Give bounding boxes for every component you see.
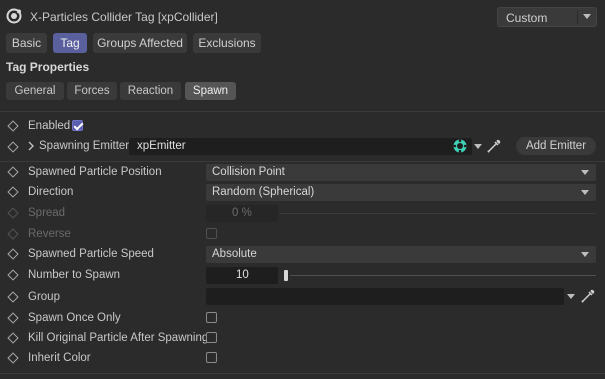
keyframe-diamond-icon[interactable] xyxy=(7,186,19,198)
keyframe-diamond-icon[interactable] xyxy=(7,269,19,281)
section-title: Tag Properties xyxy=(6,60,90,74)
enabled-checkbox[interactable] xyxy=(72,120,83,131)
spread-slider xyxy=(280,213,596,214)
direction-value: Random (Spherical) xyxy=(212,186,315,198)
number-to-spawn-value: 10 xyxy=(236,269,249,281)
tab-basic[interactable]: Basic xyxy=(6,33,47,53)
xparticles-logo-icon xyxy=(6,8,22,24)
spawn-once-only-label: Spawn Once Only xyxy=(28,312,121,324)
chevron-right-icon[interactable] xyxy=(27,141,35,151)
keyframe-diamond-icon xyxy=(7,207,19,219)
chevron-down-icon xyxy=(583,14,591,19)
add-emitter-button[interactable]: Add Emitter xyxy=(516,137,596,155)
chevron-down-icon xyxy=(581,190,589,195)
keyframe-diamond-icon[interactable] xyxy=(7,291,19,303)
direction-label: Direction xyxy=(28,186,74,198)
spawning-emitter-value: xpEmitter xyxy=(137,140,186,152)
subtab-forces[interactable]: Forces xyxy=(67,82,117,100)
spawned-speed-label: Spawned Particle Speed xyxy=(28,248,154,260)
spawning-emitter-link-field[interactable]: xpEmitter xyxy=(129,138,472,155)
spawned-speed-dropdown[interactable]: Absolute xyxy=(206,246,596,263)
keyframe-diamond-icon[interactable] xyxy=(7,120,19,132)
reverse-checkbox xyxy=(206,228,217,239)
spawn-once-only-checkbox[interactable] xyxy=(206,312,217,323)
number-to-spawn-slider-handle[interactable] xyxy=(284,270,288,281)
kill-original-checkbox[interactable] xyxy=(206,332,217,343)
subtab-reaction[interactable]: Reaction xyxy=(120,82,181,100)
spawning-emitter-label: Spawning Emitter xyxy=(39,140,130,152)
chevron-down-icon[interactable] xyxy=(474,144,482,149)
keyframe-diamond-icon xyxy=(7,228,19,240)
preset-separator xyxy=(577,10,578,24)
reverse-label: Reverse xyxy=(28,228,71,240)
keyframe-diamond-icon[interactable] xyxy=(7,312,19,324)
spawned-position-label: Spawned Particle Position xyxy=(28,166,162,178)
preset-dropdown[interactable]: Custom xyxy=(497,7,597,27)
keyframe-diamond-icon[interactable] xyxy=(7,248,19,260)
keyframe-diamond-icon[interactable] xyxy=(7,166,19,178)
spread-field: 0 % xyxy=(206,205,278,222)
chevron-down-icon[interactable] xyxy=(567,294,575,299)
keyframe-diamond-icon[interactable] xyxy=(7,141,19,153)
tab-groups-affected[interactable]: Groups Affected xyxy=(93,33,187,53)
row-divider xyxy=(0,161,605,162)
direction-dropdown[interactable]: Random (Spherical) xyxy=(206,184,596,201)
number-to-spawn-slider[interactable] xyxy=(290,275,596,276)
emitter-object-icon xyxy=(453,139,467,153)
inherit-color-label: Inherit Color xyxy=(28,352,91,364)
keyframe-diamond-icon[interactable] xyxy=(7,352,19,364)
enabled-label: Enabled xyxy=(28,120,71,132)
section-divider xyxy=(0,111,605,112)
window-title: X-Particles Collider Tag [xpCollider] xyxy=(30,10,218,24)
keyframe-diamond-icon[interactable] xyxy=(7,332,19,344)
number-to-spawn-label: Number to Spawn xyxy=(28,269,121,281)
spawned-position-value: Collision Point xyxy=(212,166,285,178)
eyedropper-icon[interactable] xyxy=(580,288,596,304)
inherit-color-checkbox[interactable] xyxy=(206,352,217,363)
chevron-down-icon xyxy=(581,170,589,175)
chevron-down-icon xyxy=(581,252,589,257)
attribute-header: X-Particles Collider Tag [xpCollider] Cu… xyxy=(0,0,605,32)
spread-label: Spread xyxy=(28,207,66,219)
spawned-speed-value: Absolute xyxy=(212,248,257,260)
group-label: Group xyxy=(28,291,60,303)
group-link-field[interactable] xyxy=(206,288,564,305)
spread-value: 0 % xyxy=(232,207,252,219)
kill-original-label: Kill Original Particle After Spawning xyxy=(28,332,209,344)
tab-tag[interactable]: Tag xyxy=(53,33,87,53)
subtab-general[interactable]: General xyxy=(6,82,64,100)
preset-value: Custom xyxy=(506,11,548,25)
eyedropper-icon[interactable] xyxy=(486,138,502,154)
number-to-spawn-field[interactable]: 10 xyxy=(206,267,278,284)
tab-exclusions[interactable]: Exclusions xyxy=(193,33,261,53)
bottom-divider xyxy=(0,373,605,374)
subtab-spawn[interactable]: Spawn xyxy=(185,82,236,100)
spawned-position-dropdown[interactable]: Collision Point xyxy=(206,164,596,181)
